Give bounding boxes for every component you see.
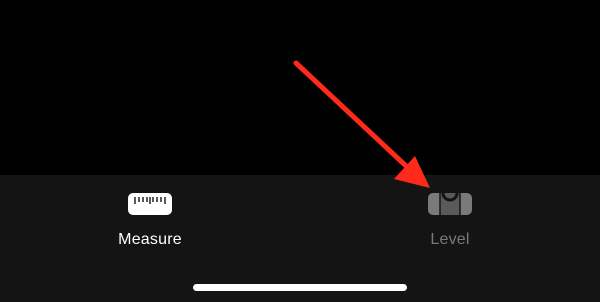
home-indicator[interactable] [193,284,407,291]
tab-measure[interactable]: Measure [80,191,220,261]
ruler-icon [128,193,172,215]
bottom-tab-bar: Measure Level [0,175,600,302]
camera-viewport [0,0,600,175]
tab-measure-label: Measure [118,231,182,248]
level-icon [428,192,472,215]
tab-level[interactable]: Level [380,191,520,261]
tab-level-label: Level [430,231,470,248]
